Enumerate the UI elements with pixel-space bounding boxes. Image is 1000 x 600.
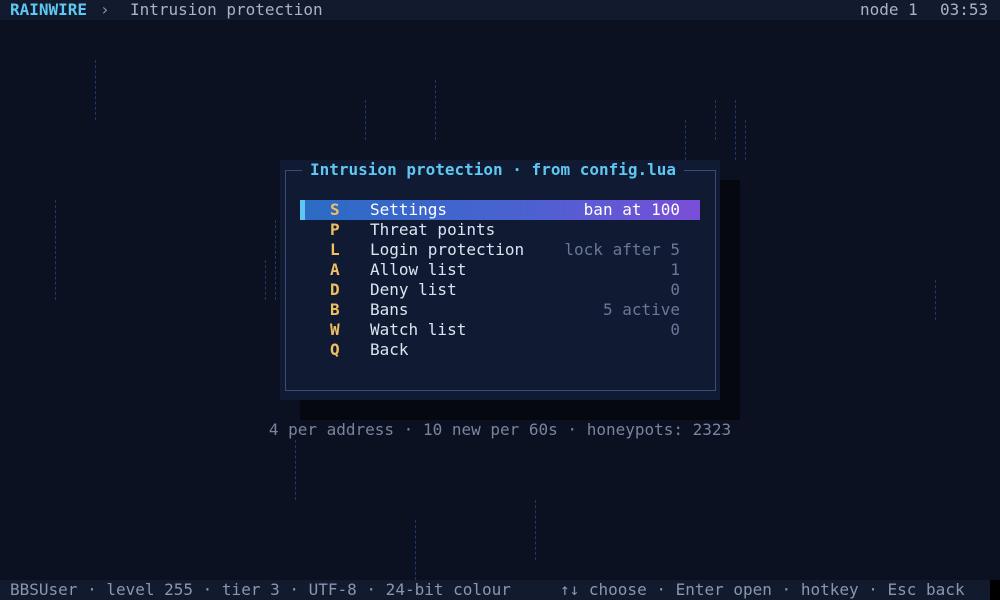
hotkey: L — [330, 240, 340, 259]
rain-streak — [435, 80, 436, 140]
rain-streak — [415, 520, 416, 580]
rain-streak — [735, 100, 736, 160]
menu-item-value: 1 — [670, 260, 680, 279]
rain-streak — [55, 200, 56, 300]
rain-streak — [275, 220, 276, 300]
menu-item-label: Allow list — [370, 260, 467, 279]
menu-item-login-protection[interactable]: L Login protection lock after 5 — [300, 240, 700, 260]
hotkey: S — [330, 200, 340, 219]
menu-item-settings[interactable]: S Settings ban at 100 — [300, 200, 700, 220]
rain-streak — [715, 100, 716, 140]
menu-item-label: Back — [370, 340, 409, 359]
menu-item-value: ban at 100 — [583, 200, 680, 219]
app-brand: RAINWIRE — [10, 0, 88, 19]
limits-info-line: 4 per address · 10 new per 60s · honeypo… — [268, 420, 732, 439]
rain-streak — [535, 500, 536, 560]
top-bar: RAINWIRE › Intrusion protection node 1 0… — [0, 0, 1000, 20]
rain-streak — [95, 60, 96, 120]
selection-marker — [300, 200, 305, 220]
hotkey: B — [330, 300, 340, 319]
menu-item-threat-points[interactable]: P Threat points — [300, 220, 700, 240]
menu-item-value: 5 active — [602, 300, 680, 319]
status-bar-cap — [990, 580, 1000, 600]
menu-item-allow-list[interactable]: A Allow list 1 — [300, 260, 700, 280]
menu-item-label: Settings — [370, 200, 448, 219]
intrusion-protection-dialog: Intrusion protection · from config.lua S… — [280, 160, 720, 400]
menu-item-back[interactable]: Q Back — [300, 340, 700, 360]
rain-streak — [745, 120, 746, 160]
breadcrumb-separator: › — [100, 0, 110, 19]
menu-item-bans[interactable]: B Bans 5 active — [300, 300, 700, 320]
rain-streak — [685, 120, 686, 160]
status-bar: BBSUser · level 255 · tier 3 · UTF-8 · 2… — [0, 580, 990, 600]
breadcrumb: Intrusion protection — [130, 0, 323, 19]
menu-item-value: lock after 5 — [564, 240, 680, 259]
menu-item-label: Deny list — [370, 280, 457, 299]
session-info: BBSUser · level 255 · tier 3 · UTF-8 · 2… — [10, 580, 511, 599]
menu-item-label: Threat points — [370, 220, 496, 239]
menu-item-label: Watch list — [370, 320, 467, 339]
menu-item-deny-list[interactable]: D Deny list 0 — [300, 280, 700, 300]
hotkey: A — [330, 260, 340, 279]
dialog-title: Intrusion protection · from config.lua — [302, 160, 685, 180]
rain-streak — [365, 100, 366, 140]
rain-streak — [265, 260, 266, 300]
rain-streak — [935, 280, 936, 320]
hotkey: Q — [330, 340, 340, 359]
menu-item-value: 0 — [670, 280, 680, 299]
menu-item-watch-list[interactable]: W Watch list 0 — [300, 320, 700, 340]
clock: 03:53 — [940, 0, 989, 19]
hotkey: D — [330, 280, 340, 299]
node-indicator: node 1 — [860, 0, 918, 19]
menu-item-label: Bans — [370, 300, 409, 319]
menu-item-value: 0 — [670, 320, 680, 339]
hotkey: W — [330, 320, 340, 339]
rain-streak — [295, 440, 296, 500]
menu-item-label: Login protection — [370, 240, 525, 259]
key-hints: ↑↓ choose · Enter open · hotkey · Esc ba… — [560, 580, 965, 599]
hotkey: P — [330, 220, 340, 239]
